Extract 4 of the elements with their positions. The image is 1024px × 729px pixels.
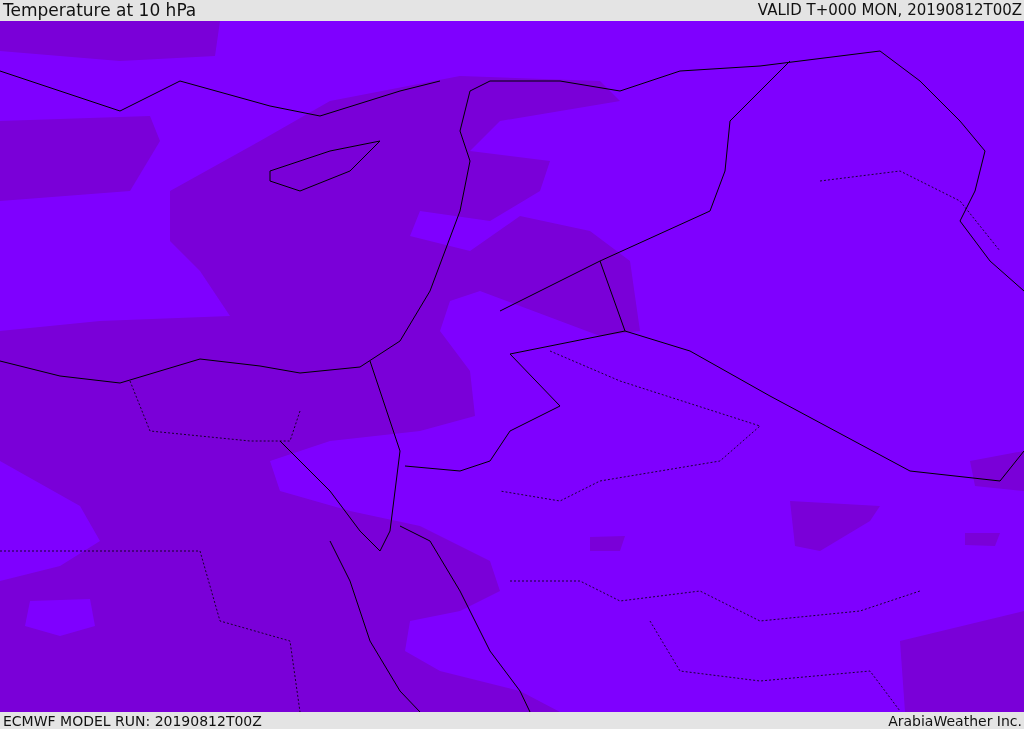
model-run-label: ECMWF MODEL RUN: 20190812T00Z [3, 713, 262, 728]
valid-time: VALID T+000 MON, 20190812T00Z [757, 3, 1022, 18]
map-title: Temperature at 10 hPa [3, 2, 197, 19]
credit-label: ArabiaWeather Inc. [888, 713, 1022, 728]
